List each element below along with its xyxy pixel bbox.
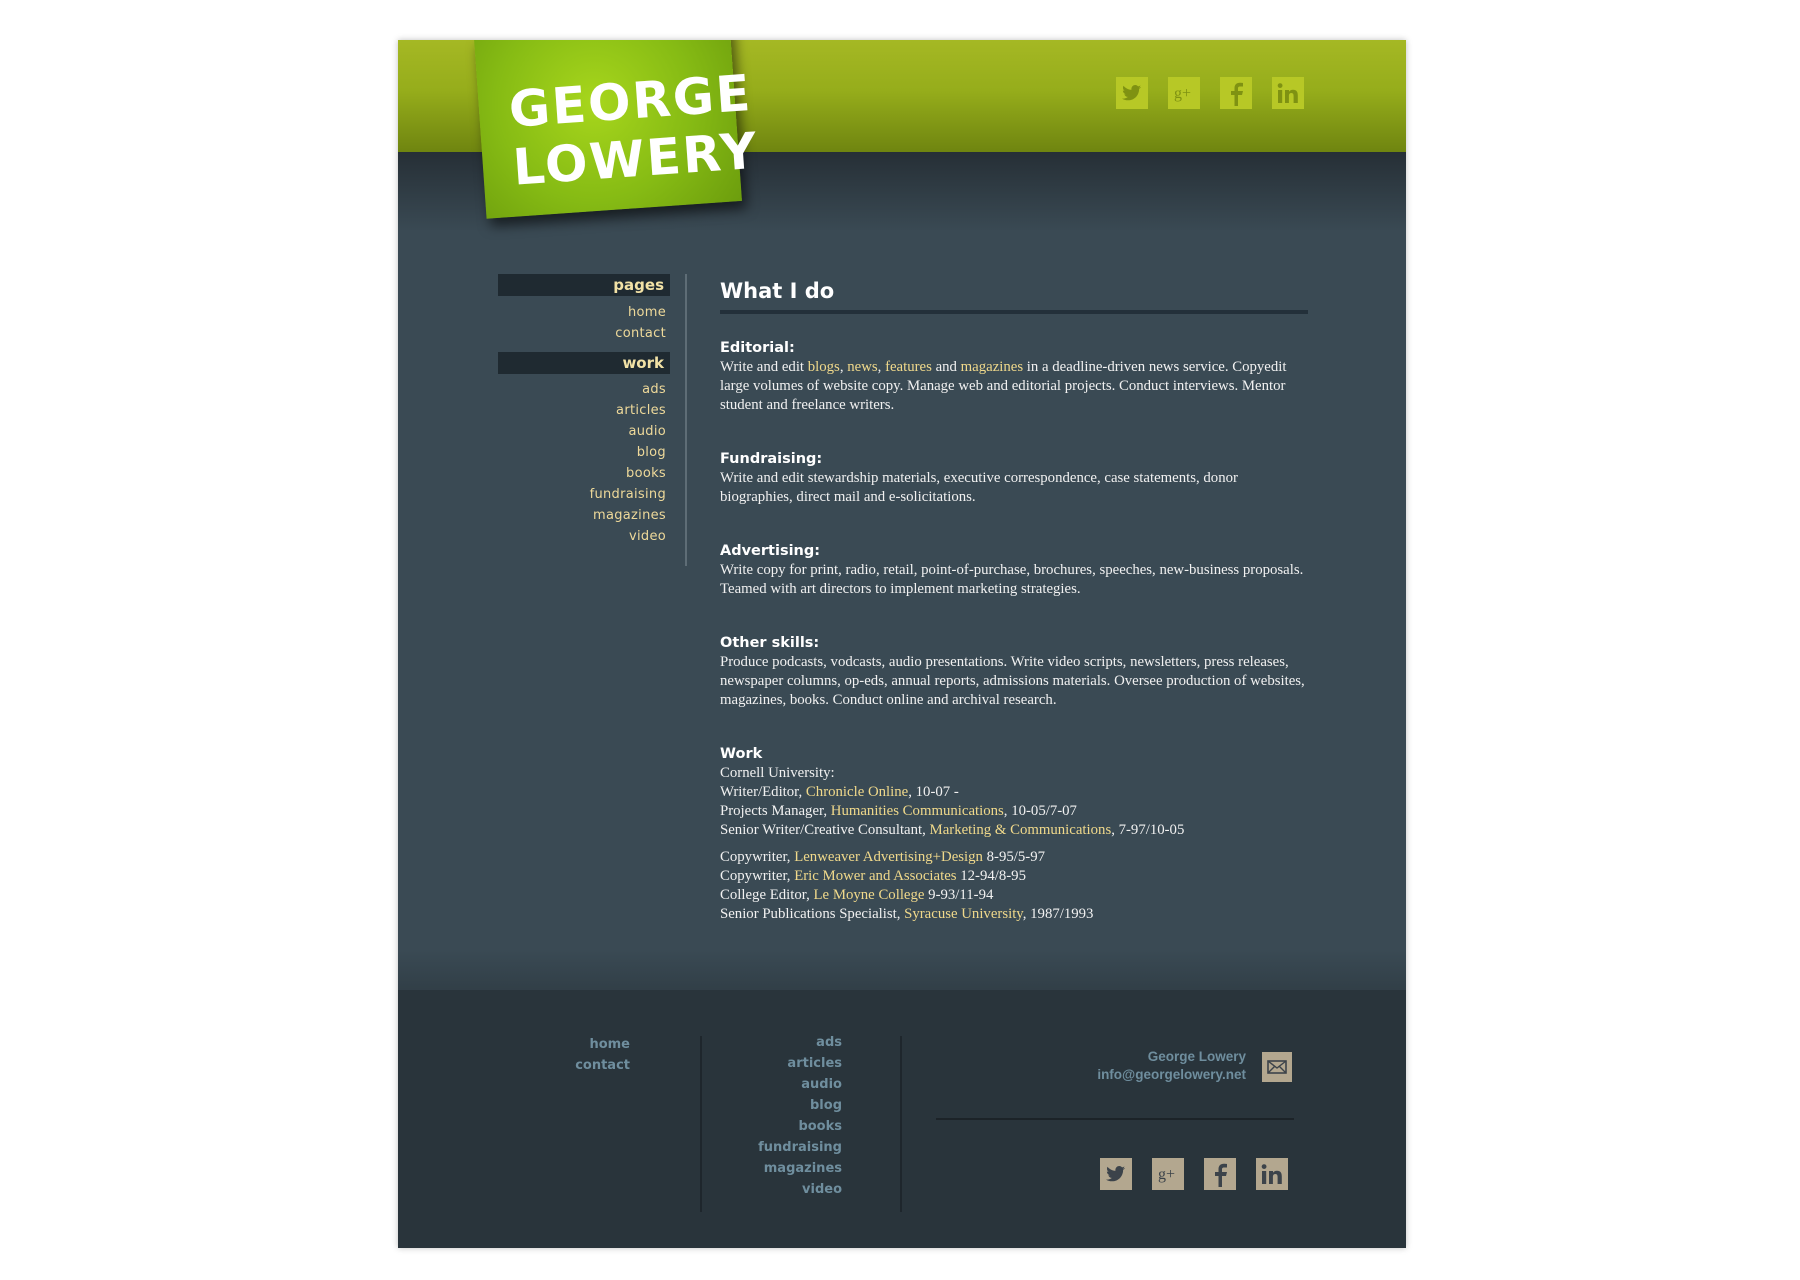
linkedin-icon[interactable] xyxy=(1256,1158,1288,1190)
footer-link-contact[interactable]: contact xyxy=(538,1055,630,1076)
link-news[interactable]: news xyxy=(847,359,877,375)
nav-item-books[interactable]: books xyxy=(498,463,670,484)
nav-heading-pages: pages xyxy=(498,274,670,296)
nav-item-audio[interactable]: audio xyxy=(498,421,670,442)
section-other-skills: Other skills: Produce podcasts, vodcasts… xyxy=(720,633,1308,710)
footer-social-links: g+ xyxy=(1100,1158,1308,1190)
twitter-icon[interactable] xyxy=(1100,1158,1132,1190)
section-body: Write and edit blogs, news, features and… xyxy=(720,359,1287,413)
link-lenweaver[interactable]: Lenweaver Advertising+Design xyxy=(794,849,983,865)
footer-link-home[interactable]: home xyxy=(538,1034,630,1055)
link-blogs[interactable]: blogs xyxy=(808,359,840,375)
link-marketing-communications[interactable]: Marketing & Communications xyxy=(930,822,1112,838)
nav-item-magazines[interactable]: magazines xyxy=(498,505,670,526)
title-divider xyxy=(720,310,1308,314)
footer-pages-nav: home contact xyxy=(538,1034,630,1076)
sidebar-nav: pages home contact work ads articles aud… xyxy=(498,274,670,547)
footer-link-video[interactable]: video xyxy=(728,1179,842,1200)
footer-contact: George Lowery info@georgelowery.net xyxy=(1006,1048,1246,1084)
work-list: Cornell University: Writer/Editor, Chron… xyxy=(720,764,1308,924)
link-chronicle-online[interactable]: Chronicle Online xyxy=(806,784,908,800)
footer-link-books[interactable]: books xyxy=(728,1116,842,1137)
mail-icon[interactable] xyxy=(1262,1052,1292,1082)
work-item: Senior Publications Specialist, Syracuse… xyxy=(720,906,1094,922)
link-humanities-communications[interactable]: Humanities Communications xyxy=(831,803,1004,819)
nav-item-ads[interactable]: ads xyxy=(498,379,670,400)
footer-link-blog[interactable]: blog xyxy=(728,1095,842,1116)
main-content: What I do Editorial: Write and edit blog… xyxy=(720,272,1308,958)
link-syracuse-university[interactable]: Syracuse University xyxy=(904,906,1023,922)
footer-work-nav: ads articles audio blog books fundraisin… xyxy=(728,1032,842,1200)
section-heading: Fundraising: xyxy=(720,451,823,467)
work-item: Projects Manager, Humanities Communicati… xyxy=(720,803,1077,819)
contact-email[interactable]: info@georgelowery.net xyxy=(1006,1066,1246,1084)
nav-item-contact[interactable]: contact xyxy=(498,323,670,344)
section-heading: Advertising: xyxy=(720,543,821,559)
section-body: Write copy for print, radio, retail, poi… xyxy=(720,562,1304,597)
link-eric-mower[interactable]: Eric Mower and Associates xyxy=(794,868,956,884)
footer-link-magazines[interactable]: magazines xyxy=(728,1158,842,1179)
link-features[interactable]: features xyxy=(885,359,932,375)
work-item: Senior Writer/Creative Consultant, Marke… xyxy=(720,822,1185,838)
link-le-moyne-college[interactable]: Le Moyne College xyxy=(814,887,925,903)
facebook-icon[interactable] xyxy=(1204,1158,1236,1190)
footer-divider xyxy=(700,1036,702,1212)
section-heading: Other skills: xyxy=(720,635,820,651)
svg-text:g+: g+ xyxy=(1158,1166,1175,1183)
section-heading: Editorial: xyxy=(720,340,795,356)
contact-name: George Lowery xyxy=(1147,1049,1246,1064)
work-item: Writer/Editor, Chronicle Online, 10-07 - xyxy=(720,784,959,800)
footer-link-audio[interactable]: audio xyxy=(728,1074,842,1095)
nav-item-home[interactable]: home xyxy=(498,302,670,323)
work-intro: Cornell University: xyxy=(720,765,835,781)
section-fundraising: Fundraising: Write and edit stewardship … xyxy=(720,449,1308,507)
work-item: Copywriter, Eric Mower and Associates 12… xyxy=(720,868,1026,884)
sidebar-divider xyxy=(685,274,687,566)
nav-item-blog[interactable]: blog xyxy=(498,442,670,463)
page-title: What I do xyxy=(720,279,835,303)
work-item: College Editor, Le Moyne College 9-93/11… xyxy=(720,887,994,903)
section-editorial: Editorial: Write and edit blogs, news, f… xyxy=(720,338,1308,415)
google-plus-icon[interactable]: g+ xyxy=(1152,1158,1184,1190)
section-work: Work Cornell University: Writer/Editor, … xyxy=(720,744,1308,924)
section-advertising: Advertising: Write copy for print, radio… xyxy=(720,541,1308,599)
footer-link-articles[interactable]: articles xyxy=(728,1053,842,1074)
footer-link-ads[interactable]: ads xyxy=(728,1032,842,1053)
footer-link-fundraising[interactable]: fundraising xyxy=(728,1137,842,1158)
work-item: Copywriter, Lenweaver Advertising+Design… xyxy=(720,849,1045,865)
nav-item-video[interactable]: video xyxy=(498,526,670,547)
nav-heading-work: work xyxy=(498,352,670,374)
section-heading: Work xyxy=(720,746,763,762)
nav-item-fundraising[interactable]: fundraising xyxy=(498,484,670,505)
section-body: Write and edit stewardship materials, ex… xyxy=(720,470,1238,505)
footer-rule xyxy=(936,1118,1294,1120)
section-body: Produce podcasts, vodcasts, audio presen… xyxy=(720,654,1305,708)
nav-item-articles[interactable]: articles xyxy=(498,400,670,421)
link-magazines[interactable]: magazines xyxy=(961,359,1023,375)
footer-divider xyxy=(900,1036,902,1212)
